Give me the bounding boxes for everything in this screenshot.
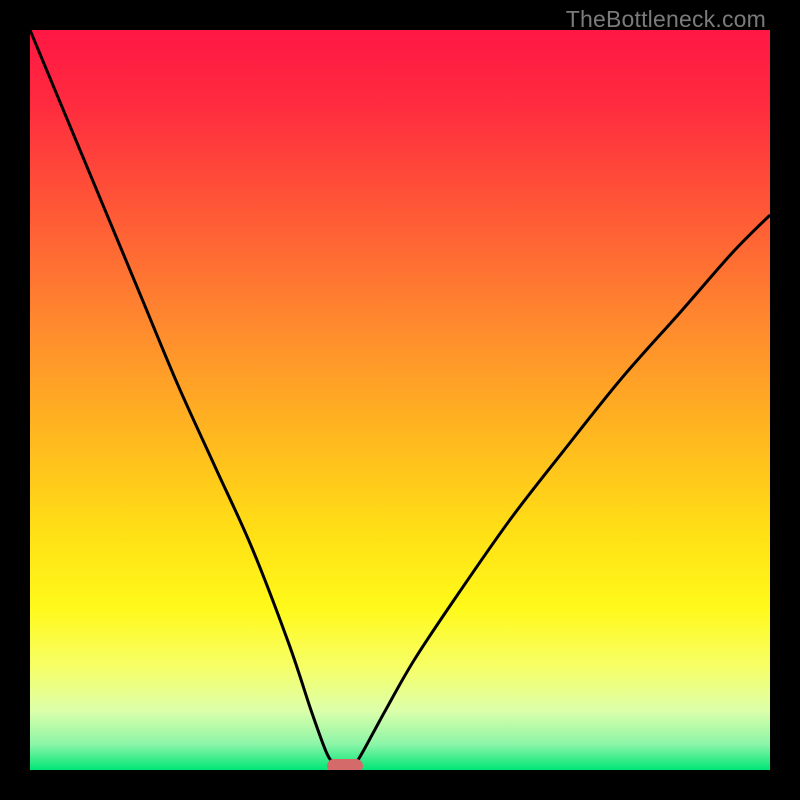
plot-area: [30, 30, 770, 770]
bottleneck-curve: [30, 30, 770, 770]
optimal-marker: [327, 759, 363, 770]
watermark-text: TheBottleneck.com: [566, 6, 766, 33]
chart-frame: TheBottleneck.com: [0, 0, 800, 800]
